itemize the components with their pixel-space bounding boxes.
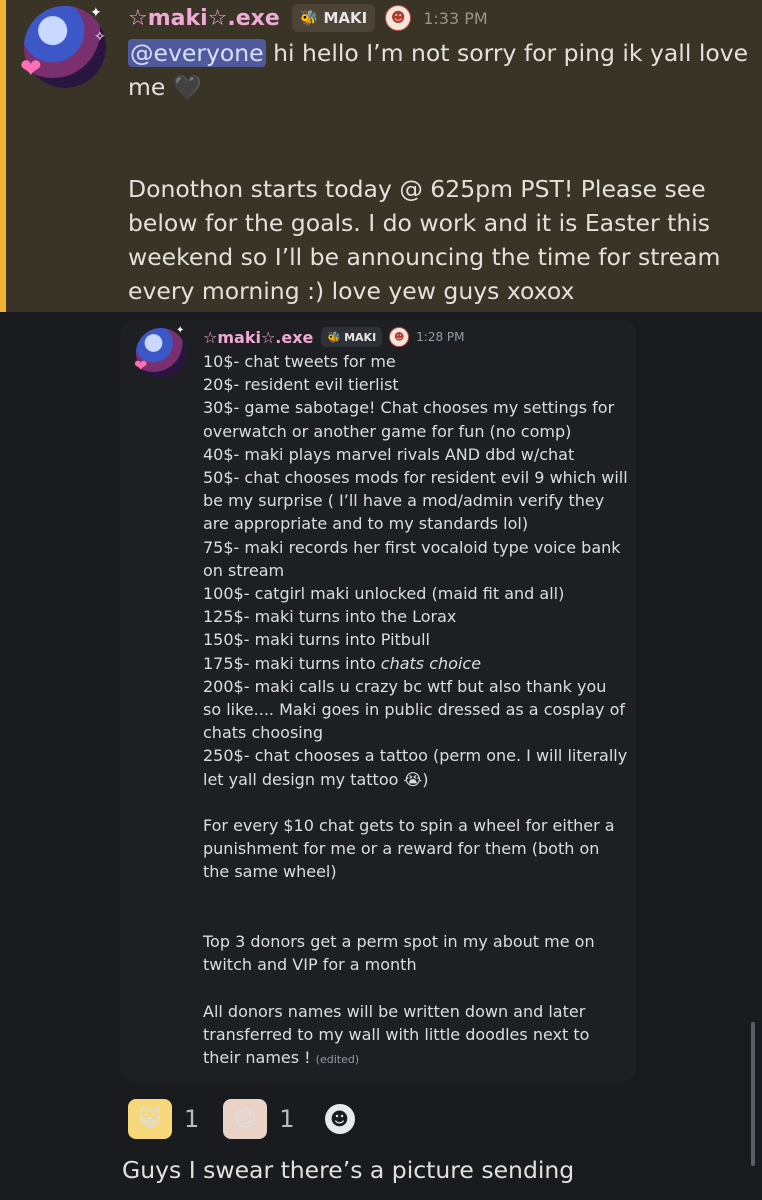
goals-list: 10$- chat tweets for me 20$- resident ev… [203,350,628,1071]
edited-label: (edited) [315,1053,360,1067]
bee-icon: 🐝 [299,9,319,27]
goal-item: 250$- chat chooses a tattoo (perm one. I… [203,746,628,789]
reaction-count: 1 [184,1105,200,1133]
goal-item: 100$- catgirl maki unlocked (maid fit an… [203,584,565,604]
message-header: ☆maki☆.exe 🐝 MAKI ☻ 1:33 PM [128,4,488,32]
badge-label: MAKI [323,9,368,27]
reaction-count: 1 [279,1105,295,1133]
sparkle-icon: ✦ [90,5,102,21]
user-avatar: ❤ ✦ [134,325,186,378]
goal-item: 175$- maki turns into chats choice [203,652,628,675]
donor-names-paragraph: All donors names will be written down an… [203,1000,628,1072]
goal-item: 150$- maki turns into Pitbull [203,630,430,650]
bee-icon: 🐝 [327,330,342,344]
embedded-screenshot-image[interactable]: ❤ ✦ ☆maki☆.exe 🐝 MAKI ☻ 1:28 PM 10$- cha… [120,320,636,1082]
red-hood-role-icon[interactable]: ☻ [385,5,412,31]
reaction-pill[interactable]: 😺 1 [128,1099,199,1139]
goal-item: 75$- maki records her first vocaloid typ… [203,537,621,580]
goal-item: 10$- chat tweets for me [203,352,396,371]
brown-hair-girl-emoji-icon: 😊 [223,1099,268,1139]
red-hood-role-icon: ☻ [389,327,410,347]
goal-item: 200$- maki calls u crazy bc wtf but also… [203,676,625,743]
goal-text: 175$- maki turns into [203,653,381,673]
wheel-paragraph: For every $10 chat gets to spin a wheel … [203,816,615,882]
sparkle-icon: ✧ [94,29,106,45]
badge-label: MAKI [344,330,377,344]
smiley-add-reaction-icon[interactable]: ☻ [324,1104,355,1134]
top-donors-paragraph: Top 3 donors get a perm spot in my about… [203,932,595,975]
username[interactable]: ☆maki☆.exe [128,6,280,31]
donor-names-text: All donors names will be written down an… [203,1001,590,1068]
goal-item: 30$- game sabotage! Chat chooses my sett… [203,398,615,441]
sparkle-icon: ✦ [176,325,185,336]
message-line-1: @everyone hi hello I’m not sorry for pin… [128,36,758,104]
next-message-text: Guys I swear there’s a picture sending [122,1156,575,1184]
goal-item: 50$- chat chooses mods for resident evil… [203,468,628,534]
blonde-girl-emoji-icon: 😺 [128,1099,172,1139]
timestamp: 1:33 PM [423,8,488,28]
everyone-mention[interactable]: @everyone [128,39,266,67]
goal-item: 125$- maki turns into the Lorax [203,607,457,627]
goal-item: 20$- resident evil tierlist [203,375,399,395]
reactions-bar: 😺 1 😊 1 ☻ [128,1096,355,1142]
message-content: @everyone hi hello I’m not sorry for pin… [128,36,758,308]
heart-icon: ❤ [134,356,148,375]
user-avatar[interactable]: ❤ ✦ ✧ [20,5,106,88]
goal-item: 40$- maki plays marvel rivals AND dbd w/… [203,444,575,464]
username: ☆maki☆.exe [203,327,314,347]
goal-italic-text: chats choice [380,653,482,673]
timestamp: 1:28 PM [416,330,465,344]
server-tag-badge[interactable]: 🐝 MAKI [291,4,376,32]
server-tag-badge: 🐝 MAKI [321,327,383,347]
reaction-pill[interactable]: 😊 1 [223,1099,295,1139]
scrollbar[interactable] [751,1022,755,1166]
heart-icon: ❤ [20,54,42,84]
message-header: ☆maki☆.exe 🐝 MAKI ☻ 1:28 PM [203,325,465,349]
message-paragraph: Donothon starts today @ 625pm PST! Pleas… [128,175,721,305]
highlighted-message: ❤ ✦ ✧ ☆maki☆.exe 🐝 MAKI ☻ 1:33 PM @every… [0,0,762,312]
